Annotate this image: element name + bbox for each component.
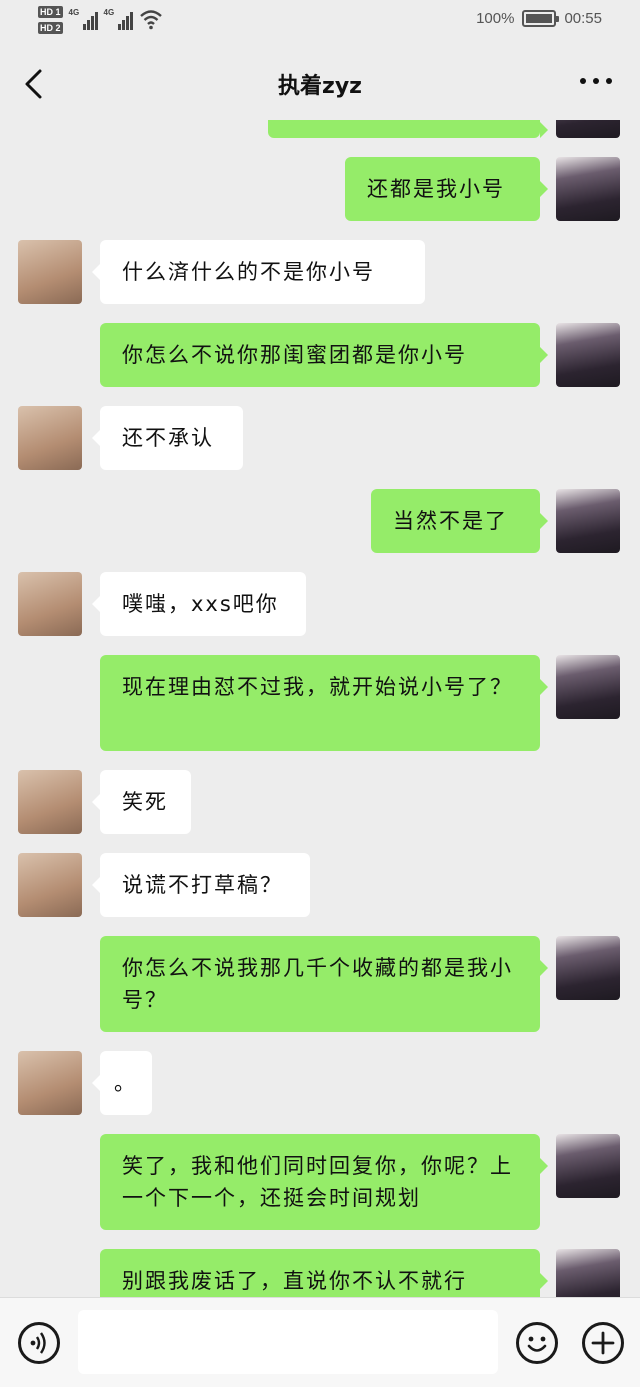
self-avatar[interactable] bbox=[556, 936, 620, 1000]
sim1-badge: HD 1 bbox=[38, 6, 63, 18]
status-bar: HD 1 HD 2 4G 4G 100% 00:55 bbox=[0, 0, 640, 48]
message-text: 你怎么不说我那几千个收藏的都是我小号？ bbox=[122, 956, 513, 1012]
self-avatar[interactable] bbox=[556, 1249, 620, 1297]
message-bubble[interactable]: 噗嗤，xxs吧你 bbox=[92, 572, 306, 636]
message-bubble[interactable]: 你怎么不说我那几千个收藏的都是我小号？ bbox=[100, 936, 548, 1032]
message-text: 还不承认 bbox=[122, 426, 214, 450]
message-bubble[interactable]: 笑死 bbox=[92, 770, 191, 834]
voice-icon bbox=[30, 1332, 46, 1354]
clock: 00:55 bbox=[564, 10, 602, 27]
message-text: 噗嗤，xxs吧你 bbox=[122, 592, 279, 616]
message-text: 笑死 bbox=[122, 790, 168, 814]
friend-avatar[interactable] bbox=[18, 240, 82, 304]
message-bubble[interactable] bbox=[268, 120, 548, 138]
input-bar bbox=[0, 1297, 640, 1387]
message-bubble[interactable]: 你怎么不说你那闺蜜团都是你小号 bbox=[100, 323, 548, 387]
message-text: 你怎么不说你那闺蜜团都是你小号 bbox=[122, 343, 467, 367]
battery-icon bbox=[522, 10, 560, 27]
chat-title: 执着zyz bbox=[278, 74, 362, 99]
message-bubble[interactable]: 什么済什么的不是你小号 bbox=[92, 240, 425, 304]
message-text: 还都是我小号 bbox=[367, 177, 505, 201]
emoji-button[interactable] bbox=[516, 1322, 558, 1364]
more-dots-icon bbox=[580, 78, 586, 84]
message-text: 现在理由怼不过我，就开始说小号了？ bbox=[122, 675, 513, 699]
message-text: 笑了，我和他们同时回复你，你呢？上一个下一个，还挺会时间规划 bbox=[122, 1154, 513, 1210]
message-input[interactable] bbox=[78, 1310, 498, 1374]
signal-1-icon: 4G bbox=[69, 6, 98, 30]
message-bubble[interactable]: 还不承认 bbox=[92, 406, 243, 470]
more-button[interactable] bbox=[580, 78, 612, 84]
message-text: 说谎不打草稿？ bbox=[122, 873, 283, 897]
message-bubble[interactable]: 还都是我小号 bbox=[345, 157, 548, 221]
self-avatar[interactable] bbox=[556, 157, 620, 221]
message-text: 什么済什么的不是你小号 bbox=[122, 260, 375, 284]
message-bubble[interactable]: 笑了，我和他们同时回复你，你呢？上一个下一个，还挺会时间规划 bbox=[100, 1134, 548, 1230]
message-bubble[interactable]: 。 bbox=[92, 1051, 152, 1115]
signal-2-icon: 4G bbox=[104, 6, 133, 30]
network-2-label: 4G bbox=[103, 8, 115, 17]
wifi-icon bbox=[139, 10, 162, 30]
message-bubble[interactable]: 当然不是了 bbox=[371, 489, 548, 553]
self-avatar[interactable] bbox=[556, 489, 620, 553]
battery-percent: 100% bbox=[476, 10, 515, 27]
message-text: 当然不是了 bbox=[393, 509, 508, 533]
friend-avatar[interactable] bbox=[18, 853, 82, 917]
message-text: 别跟我废话了，直说你不认不就行 bbox=[122, 1269, 467, 1293]
status-right: 100% 00:55 bbox=[476, 10, 602, 27]
plus-icon bbox=[591, 1331, 615, 1355]
self-avatar[interactable] bbox=[556, 323, 620, 387]
friend-avatar[interactable] bbox=[18, 1051, 82, 1115]
self-avatar[interactable] bbox=[556, 1134, 620, 1198]
self-avatar[interactable] bbox=[556, 120, 620, 138]
message-bubble[interactable]: 现在理由怼不过我，就开始说小号了？ bbox=[100, 655, 548, 751]
friend-avatar[interactable] bbox=[18, 406, 82, 470]
emoji-icon bbox=[527, 1336, 547, 1352]
chat-header: 执着zyz bbox=[0, 48, 640, 120]
message-bubble[interactable]: 说谎不打草稿？ bbox=[92, 853, 310, 917]
friend-avatar[interactable] bbox=[18, 572, 82, 636]
sim2-badge: HD 2 bbox=[38, 22, 63, 34]
more-functions-button[interactable] bbox=[582, 1322, 624, 1364]
self-avatar[interactable] bbox=[556, 655, 620, 719]
message-bubble[interactable]: 别跟我废话了，直说你不认不就行 bbox=[100, 1249, 548, 1297]
status-left: HD 1 HD 2 4G 4G bbox=[38, 6, 163, 34]
message-text: 。 bbox=[114, 1071, 137, 1095]
friend-avatar[interactable] bbox=[18, 770, 82, 834]
message-list[interactable]: 还都是我小号 什么済什么的不是你小号 你怎么不说你那闺蜜团都是你小号 还不承认 … bbox=[0, 120, 640, 1297]
voice-button[interactable] bbox=[18, 1322, 60, 1364]
network-1-label: 4G bbox=[68, 8, 80, 17]
